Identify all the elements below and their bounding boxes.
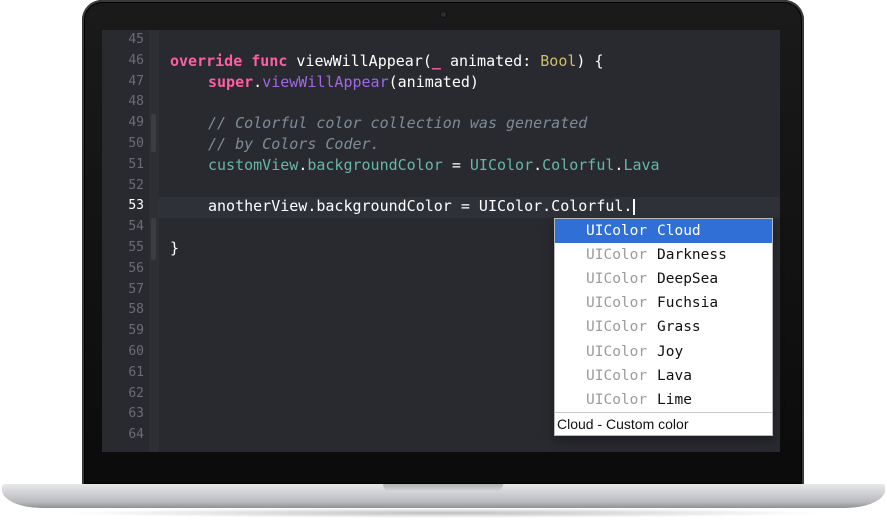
completion-type: UIColor [586, 295, 648, 312]
line-number: 59 [128, 323, 144, 339]
code-comment-49[interactable]: // Colorful color collection was generat… [208, 113, 587, 134]
completion-name: Joy [657, 343, 684, 360]
code-text: . [533, 155, 543, 174]
line-number: 45 [128, 32, 144, 47]
property: backgroundColor [307, 155, 443, 174]
completion-name: Lava [657, 367, 692, 384]
completion-item[interactable]: UIColor Grass [555, 315, 772, 339]
completion-item[interactable]: UIColor Lime [555, 388, 772, 412]
line-number: 47 [128, 73, 144, 89]
completion-name: Fuchsia [657, 295, 719, 312]
line-number: 63 [128, 406, 144, 422]
completion-type: UIColor [586, 247, 648, 264]
code-line-47[interactable]: super.viewWillAppear(animated) [208, 72, 479, 93]
line-number: 46 [128, 52, 144, 68]
code-text: anotherView.backgroundColor = UIColor.Co… [208, 197, 633, 216]
text-cursor [633, 198, 635, 215]
completion-name: Grass [657, 319, 701, 336]
completion-item[interactable]: UIColor Fuchsia [555, 291, 772, 315]
code-line-55[interactable]: } [170, 238, 179, 259]
line-number: 58 [128, 302, 144, 318]
code-text: ) { [576, 51, 604, 70]
completion-type: UIColor [586, 223, 648, 239]
code-line-46[interactable]: override func viewWillAppear(_ animated:… [170, 51, 604, 72]
completion-item[interactable]: UIColor Lava [555, 364, 772, 388]
completion-item[interactable]: UIColor Joy [555, 340, 772, 364]
code-line-51[interactable]: customView.backgroundColor = UIColor.Col… [208, 155, 660, 176]
color-value: Lava [623, 155, 660, 174]
code-text: . [253, 72, 263, 91]
completion-name: Cloud [657, 223, 701, 239]
change-marker [151, 114, 156, 152]
type-name: Bool [540, 51, 577, 70]
code-line-53[interactable]: anotherView.backgroundColor = UIColor.Co… [208, 196, 635, 217]
line-number: 53 [128, 198, 144, 214]
completion-description: Cloud - Custom color [555, 412, 772, 435]
laptop-shadow [60, 508, 827, 518]
line-number: 64 [128, 427, 144, 443]
class-name: UIColor [469, 155, 534, 174]
parameter: animated: [440, 51, 541, 70]
keyword: func [251, 51, 288, 70]
line-number: 56 [128, 260, 144, 276]
function-name: viewWillAppear( [287, 51, 432, 70]
completion-type: UIColor [586, 391, 648, 408]
line-number: 48 [128, 94, 144, 110]
identifier: customView [208, 155, 299, 174]
completion-name: Lime [657, 391, 692, 408]
completion-type: UIColor [586, 319, 648, 336]
keyword: _ [431, 51, 441, 70]
line-number: 54 [128, 219, 144, 235]
completion-type: UIColor [586, 343, 648, 360]
completion-list[interactable]: UIColor Cloud UIColor Darkness UIColor DeepSe… [555, 219, 772, 412]
completion-item[interactable]: UIColor Darkness [555, 243, 772, 267]
line-number: 57 [128, 281, 144, 297]
laptop-notch [383, 484, 503, 492]
code-text: (animated) [388, 72, 479, 91]
line-number: 62 [128, 385, 144, 401]
code-text: = [442, 155, 470, 174]
line-number: 52 [128, 177, 144, 193]
code-text: . [298, 155, 308, 174]
line-number: 49 [128, 115, 144, 131]
line-number: 55 [128, 240, 144, 255]
keyword: override [170, 51, 243, 70]
camera-icon [441, 12, 446, 17]
completion-name: Darkness [657, 247, 727, 264]
completion-type: UIColor [586, 271, 648, 288]
method-call: viewWillAppear [262, 72, 389, 91]
completion-name: DeepSea [657, 271, 719, 288]
namespace: Colorful [542, 155, 615, 174]
completion-type: UIColor [586, 367, 648, 384]
line-number: 51 [128, 156, 144, 172]
change-marker [151, 218, 156, 260]
completion-item[interactable]: UIColor DeepSea [555, 267, 772, 291]
keyword: super [208, 72, 254, 91]
code-comment-50[interactable]: // by Colors Coder. [208, 134, 380, 155]
line-number: 60 [128, 344, 144, 359]
line-number: 61 [128, 364, 144, 380]
completion-item[interactable]: UIColor Cloud [555, 219, 772, 243]
autocomplete-popup[interactable]: UIColor Cloud UIColor Darkness UIColor DeepSe… [554, 218, 773, 436]
line-number: 50 [128, 136, 144, 151]
